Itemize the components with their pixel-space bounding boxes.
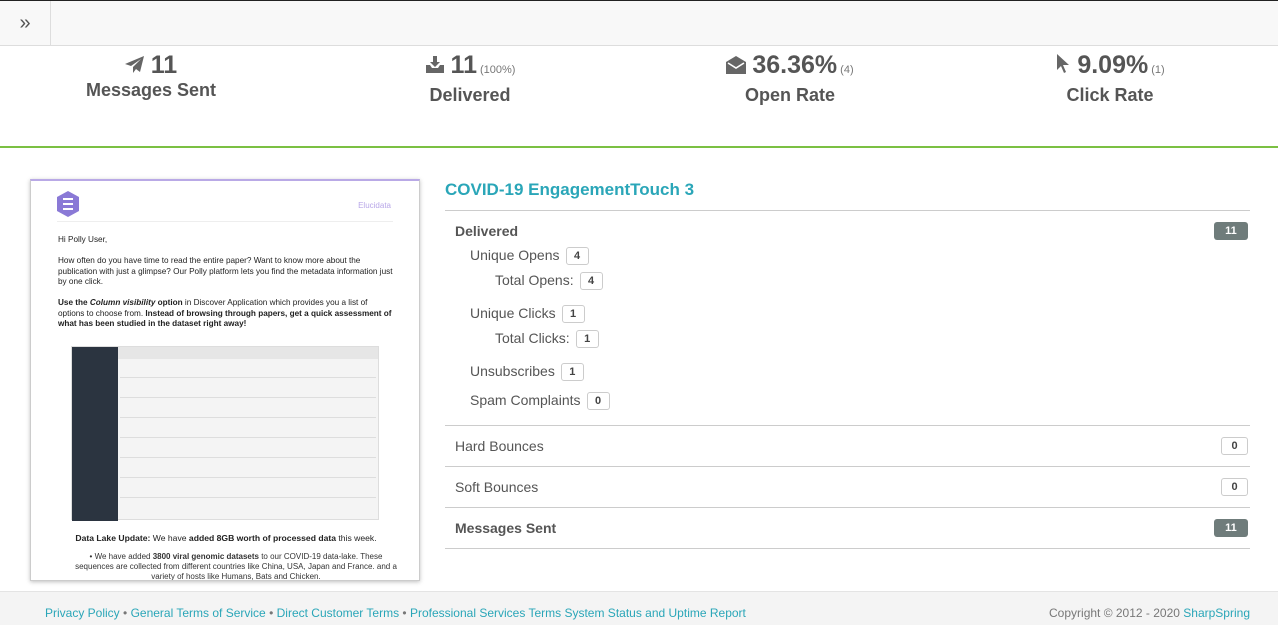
soft-bounces-section: Soft Bounces 0	[445, 467, 1250, 508]
copyright: Copyright © 2012 - 2020 SharpSpring	[1049, 606, 1250, 620]
stat-value: 11	[450, 51, 477, 79]
brand-name: Elucidata	[358, 201, 391, 210]
data-lake-update: Data Lake Update: We have added 8GB wort…	[75, 533, 377, 543]
email-paragraph: How often do you have time to read the e…	[58, 256, 393, 286]
campaign-detail: COVID-19 EngagementTouch 3 Delivered 11 …	[445, 180, 1250, 549]
stat-value: 9.09%	[1077, 51, 1149, 79]
unique-clicks: Unique Clicks 1	[470, 305, 585, 324]
sharpspring-link[interactable]: SharpSpring	[1183, 606, 1250, 620]
screenshot-header	[118, 347, 378, 359]
screenshot-row	[120, 417, 376, 418]
preview-divider	[57, 221, 393, 222]
soft-bounces-label: Soft Bounces	[455, 479, 539, 495]
messages-sent-section: Messages Sent 11	[445, 508, 1250, 549]
stat-open-rate: 36.36% (4) Open Rate	[630, 50, 950, 106]
professional-services-terms-link[interactable]: Professional Services Terms	[410, 606, 561, 620]
stat-value: 11	[150, 51, 178, 79]
stat-click-rate: 9.09% (1) Click Rate	[950, 50, 1270, 106]
hard-bounces-section: Hard Bounces 0	[445, 426, 1250, 467]
stat-sub: (1)	[1151, 64, 1165, 76]
stats-bar: 11 Messages Sent 11 (100%) Delivered 36.3…	[0, 46, 1278, 148]
soft-bounces-count: 0	[1221, 478, 1248, 496]
privacy-policy-link[interactable]: Privacy Policy	[45, 606, 120, 620]
footer-links: Privacy Policy • General Terms of Servic…	[45, 606, 746, 620]
total-opens: Total Opens: 4	[495, 272, 603, 291]
spam-complaints: Spam Complaints 0	[470, 392, 610, 411]
cursor-icon	[1057, 54, 1070, 73]
download-tray-icon	[425, 56, 444, 73]
stat-label: Open Rate	[744, 85, 836, 105]
screenshot-row	[120, 437, 376, 438]
hard-bounces-label: Hard Bounces	[455, 438, 544, 454]
stat-delivered: 11 (100%) Delivered	[310, 50, 630, 106]
email-preview[interactable]: Elucidata Hi Polly User, How often do yo…	[30, 179, 420, 581]
screenshot-row	[120, 457, 376, 458]
unique-opens: Unique Opens 4	[470, 247, 589, 266]
messages-sent-label: Messages Sent	[455, 520, 557, 536]
top-bar: »	[0, 0, 1278, 46]
discover-app-screenshot	[71, 346, 379, 521]
email-greeting: Hi Polly User,	[58, 235, 108, 244]
stat-label: Messages Sent	[85, 80, 217, 100]
screenshot-row	[120, 377, 376, 378]
paper-plane-icon	[124, 56, 144, 73]
stat-label: Delivered	[429, 85, 511, 105]
campaign-title[interactable]: COVID-19 EngagementTouch 3	[445, 180, 1250, 211]
messages-sent-count: 11	[1214, 519, 1248, 537]
screenshot-row	[120, 497, 376, 498]
footer-separator: •	[399, 606, 410, 620]
total-clicks: Total Clicks: 1	[495, 330, 599, 349]
stat-messages-sent: 11 Messages Sent	[0, 50, 311, 101]
stat-sub: (100%)	[479, 64, 516, 76]
general-terms-link[interactable]: General Terms of Service	[131, 606, 266, 620]
direct-customer-terms-link[interactable]: Direct Customer Terms	[277, 606, 399, 620]
screenshot-sidebar	[72, 347, 118, 521]
expand-sidebar-button[interactable]: »	[0, 1, 51, 46]
data-lake-bullet: • We have added 3800 viral genomic datas…	[75, 552, 397, 581]
footer-separator: •	[265, 606, 277, 620]
screenshot-row	[120, 477, 376, 478]
open-envelope-icon	[726, 56, 747, 74]
elucidata-logo	[57, 191, 79, 217]
double-chevron-right-icon: »	[19, 12, 31, 34]
delivered-section: Delivered 11 Unique Opens 4 Total Opens: 4…	[445, 211, 1250, 426]
system-status-link[interactable]: System Status and Uptime Report	[564, 606, 745, 620]
hard-bounces-count: 0	[1221, 437, 1248, 455]
footer: Privacy Policy • General Terms of Servic…	[0, 591, 1278, 625]
email-paragraph-2: Use the Column visibility option in Disc…	[58, 298, 392, 328]
delivered-label: Delivered	[455, 223, 519, 239]
stat-label: Click Rate	[1066, 85, 1154, 105]
footer-separator: •	[119, 606, 131, 620]
screenshot-row	[120, 397, 376, 398]
delivered-count: 11	[1214, 222, 1248, 240]
stat-value: 36.36%	[752, 51, 838, 79]
unsubscribes: Unsubscribes 1	[470, 363, 584, 382]
stat-sub: (4)	[840, 64, 854, 76]
